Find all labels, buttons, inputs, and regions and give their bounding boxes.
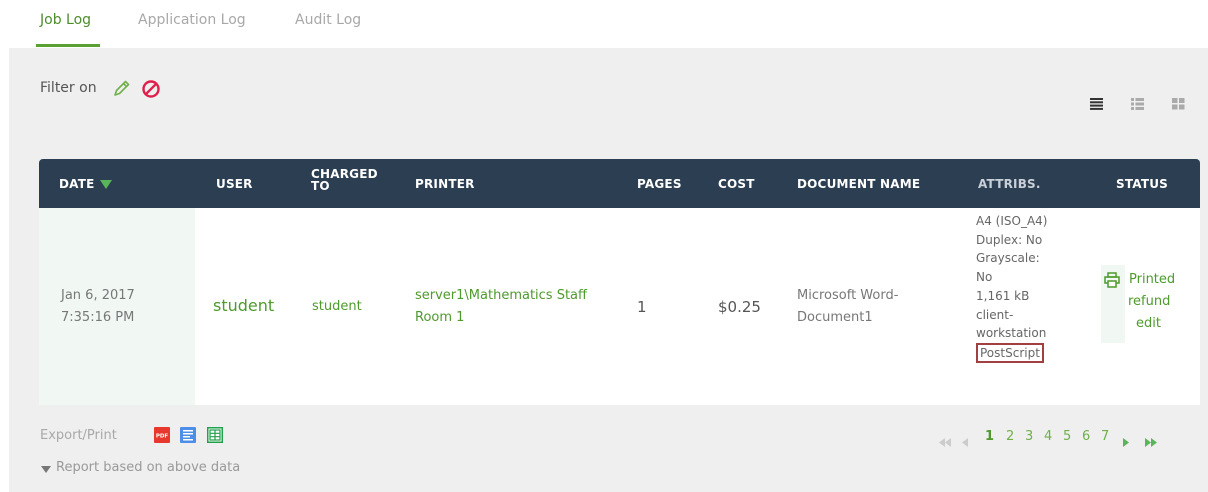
export-print-label: Export/Print bbox=[40, 428, 117, 443]
csv-icon[interactable] bbox=[180, 427, 196, 443]
tab-application-log[interactable]: Application Log bbox=[138, 12, 246, 28]
pages-value: 1 bbox=[637, 298, 647, 316]
column-header-attribs: ATTRIBS. bbox=[978, 177, 1041, 191]
pdf-icon-text: PDF bbox=[156, 434, 169, 440]
report-based-on-data-link[interactable]: Report based on above data bbox=[56, 460, 240, 475]
pencil-icon[interactable] bbox=[112, 78, 132, 98]
column-header-user[interactable]: USER bbox=[216, 177, 253, 191]
charged-to-link[interactable]: student bbox=[312, 296, 362, 318]
next-page-icon[interactable] bbox=[1122, 432, 1130, 451]
job-attributes: A4 (ISO_A4) Duplex: No Grayscale: No 1,1… bbox=[976, 212, 1072, 363]
tab-audit-log[interactable]: Audit Log bbox=[295, 12, 361, 28]
log-tabs: Job Log Application Log Audit Log bbox=[0, 0, 1208, 48]
last-page-icon[interactable] bbox=[1144, 432, 1158, 451]
page-2[interactable]: 2 bbox=[1006, 429, 1014, 444]
caret-down-icon bbox=[41, 466, 51, 473]
excel-icon[interactable] bbox=[207, 427, 223, 443]
page-6[interactable]: 6 bbox=[1082, 429, 1090, 444]
filter-label: Filter on bbox=[40, 80, 97, 96]
attrib-duplex: Duplex: No bbox=[976, 232, 1043, 247]
edit-link[interactable]: edit bbox=[1104, 313, 1194, 335]
grid-view-icon[interactable] bbox=[1172, 95, 1185, 110]
sort-descending-icon bbox=[99, 180, 112, 189]
attrib-grayscale: Grayscale: bbox=[976, 251, 1040, 266]
attrib-workstation: workstation bbox=[976, 326, 1047, 341]
status-printed: Printed bbox=[1129, 272, 1176, 287]
attrib-paper-size: A4 (ISO_A4) bbox=[976, 214, 1048, 228]
page-5[interactable]: 5 bbox=[1063, 429, 1071, 444]
job-date: Jan 6, 2017 7:35:16 PM bbox=[61, 288, 135, 325]
column-header-charged-to[interactable]: CHARGED TO bbox=[311, 168, 378, 192]
column-header-printer[interactable]: PRINTER bbox=[415, 177, 475, 191]
cost-value: $0.25 bbox=[718, 298, 761, 316]
page-4[interactable]: 4 bbox=[1044, 429, 1052, 444]
previous-page-icon[interactable] bbox=[961, 432, 969, 451]
job-status: Printed refund edit bbox=[1104, 269, 1194, 335]
page-1[interactable]: 1 bbox=[985, 429, 994, 444]
page-7[interactable]: 7 bbox=[1101, 429, 1109, 444]
printer-link[interactable]: server1\Mathematics Staff Room 1 bbox=[415, 285, 587, 329]
attrib-size: 1,161 kB bbox=[976, 288, 1030, 303]
attrib-grayscale-value: No bbox=[976, 270, 993, 285]
detail-view-icon[interactable] bbox=[1131, 95, 1144, 110]
page-3[interactable]: 3 bbox=[1025, 429, 1033, 444]
document-name: Microsoft Word- Document1 bbox=[797, 288, 899, 325]
attrib-postscript-highlighted: PostScript bbox=[976, 342, 1044, 363]
column-header-cost[interactable]: COST bbox=[718, 177, 755, 191]
refund-link[interactable]: refund bbox=[1104, 291, 1194, 313]
column-header-pages[interactable]: PAGES bbox=[637, 177, 682, 191]
pdf-icon[interactable]: PDF bbox=[154, 427, 170, 443]
column-header-status[interactable]: STATUS bbox=[1116, 177, 1168, 191]
user-link[interactable]: student bbox=[213, 295, 274, 317]
attrib-client: client- bbox=[976, 307, 1014, 322]
column-header-document-name[interactable]: DOCUMENT NAME bbox=[797, 177, 920, 191]
list-view-icon[interactable] bbox=[1090, 95, 1103, 110]
active-tab-indicator bbox=[36, 44, 100, 47]
clear-filter-icon[interactable] bbox=[141, 79, 161, 99]
column-header-date[interactable]: DATE bbox=[59, 177, 112, 191]
first-page-icon[interactable] bbox=[938, 432, 952, 451]
tab-job-log[interactable]: Job Log bbox=[40, 12, 91, 28]
